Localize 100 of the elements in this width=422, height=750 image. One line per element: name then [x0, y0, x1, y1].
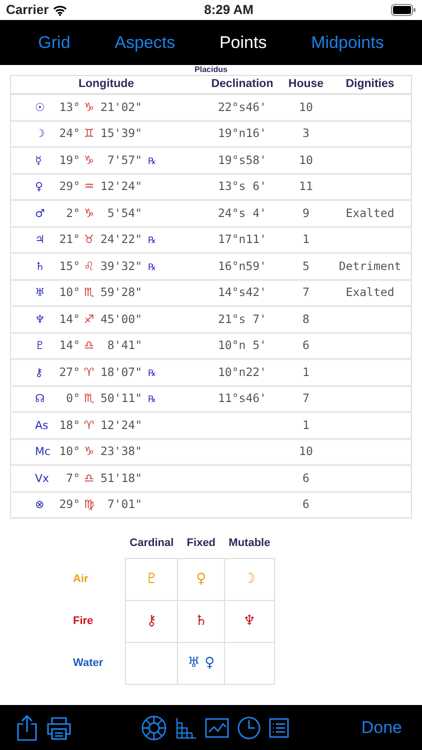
longitude-degree: 2°	[65, 204, 80, 222]
longitude-minutes: 21'02"	[99, 98, 142, 116]
zodiac-sign-glyph: ♉	[82, 231, 96, 248]
house-number: 10	[299, 100, 313, 114]
longitude-degree: 10°	[58, 443, 80, 460]
longitude-degree: 19°	[58, 152, 80, 169]
planet-glyph: ♄	[35, 258, 46, 275]
wheel-chart-icon[interactable]	[140, 714, 167, 740]
house-number: 7	[302, 285, 310, 300]
house-number: 10	[299, 444, 313, 458]
zodiac-sign-glyph: ♑	[82, 443, 96, 460]
clock-time: 8:29 AM	[204, 1, 254, 20]
longitude-degree: 14°	[58, 337, 80, 354]
element-label: Fire	[73, 615, 94, 627]
declination-value: 24°s 4'	[218, 206, 266, 220]
longitude-degree: 29°	[58, 496, 80, 514]
column-header: House	[282, 76, 330, 94]
retrograde-mark: ℞	[148, 156, 156, 167]
retrograde-mark: ℞	[148, 368, 156, 379]
declination-value: 10°n22'	[218, 364, 266, 379]
element-label: Air	[73, 573, 88, 585]
dignity-label: Exalted	[346, 206, 394, 220]
longitude-minutes: 45'00"	[99, 310, 142, 328]
planet-glyphs: ☽	[243, 570, 256, 587]
wifi-icon	[52, 4, 67, 16]
carrier-label: Carrier	[6, 1, 49, 20]
longitude-minutes: 12'24"	[99, 178, 142, 196]
column-header: Dignities	[329, 76, 412, 94]
column-header: Longitude	[10, 76, 202, 94]
dignity-label: Detriment	[338, 258, 402, 273]
house-number: 8	[302, 312, 310, 326]
longitude-minutes: 51'18"	[99, 470, 142, 487]
declination-value: 19°n16'	[218, 126, 266, 140]
house-number: 1	[302, 364, 310, 379]
done-button[interactable]: Done	[357, 712, 406, 742]
longitude-degree: 13°	[58, 98, 80, 116]
printer-icon[interactable]	[46, 716, 72, 740]
retrograde-mark: ℞	[148, 236, 156, 246]
clock-icon[interactable]	[236, 716, 261, 740]
zodiac-sign-glyph: ♏	[82, 284, 96, 302]
house-number: 1	[302, 232, 310, 246]
zodiac-sign-glyph: ♑	[82, 204, 96, 222]
longitude-degree: 18°	[58, 416, 80, 434]
house-number: 10	[299, 152, 313, 167]
house-system-label: Placidus	[194, 65, 228, 75]
longitude-degree: 10°	[58, 284, 80, 302]
list-icon[interactable]	[268, 718, 289, 738]
zodiac-sign-glyph: ♌	[82, 258, 96, 275]
longitude-minutes: 39'32"	[99, 258, 142, 275]
planet-glyphs: ♆	[243, 612, 256, 629]
longitude-degree: 7°	[65, 470, 80, 487]
grid-table-icon[interactable]	[174, 716, 197, 738]
zodiac-sign-glyph: ♑	[82, 98, 96, 116]
house-number: 6	[302, 470, 310, 485]
tab[interactable]: Midpoints	[305, 26, 390, 60]
longitude-minutes: 5'54"	[106, 204, 142, 222]
house-number: 1	[302, 418, 310, 432]
zodiac-sign-glyph: ♏	[82, 390, 96, 408]
zodiac-sign-glyph: ♊	[82, 125, 96, 142]
zodiac-sign-glyph: ♒	[82, 178, 96, 196]
line-chart-icon[interactable]	[204, 718, 229, 738]
declination-value: 13°s 6'	[218, 179, 266, 194]
tab[interactable]: Grid	[32, 26, 76, 60]
longitude-minutes: 24'22"	[99, 231, 142, 248]
modality-header: Fixed	[178, 535, 225, 558]
share-icon[interactable]	[16, 714, 38, 742]
longitude-degree: 24°	[58, 125, 80, 142]
declination-value: 21°s 7'	[218, 312, 266, 326]
house-number: 11	[299, 179, 313, 194]
planet-glyphs: ⚷	[146, 612, 157, 629]
declination-value: 14°s42'	[218, 285, 266, 300]
longitude-minutes: 7'01"	[106, 496, 142, 514]
retrograde-mark: ℞	[148, 262, 156, 273]
longitude-minutes: 18'07"	[99, 364, 142, 381]
longitude-minutes: 59'28"	[99, 284, 142, 302]
longitude-degree: 27°	[58, 364, 80, 381]
longitude-minutes: 7'57"	[106, 152, 142, 169]
zodiac-sign-glyph: ♈	[82, 364, 96, 381]
house-number: 7	[302, 391, 310, 406]
planet-glyph: ☊	[35, 391, 46, 408]
longitude-minutes: 15'39"	[99, 125, 142, 142]
zodiac-sign-glyph: ♍	[82, 496, 96, 514]
planet-glyph: Mc	[35, 444, 52, 460]
planet-glyph: ☉	[35, 100, 46, 116]
column-header: Declination	[202, 76, 283, 94]
planet-glyph: ☿	[35, 152, 43, 169]
longitude-degree: 15°	[58, 258, 80, 275]
zodiac-sign-glyph: ♑	[82, 152, 96, 169]
tab[interactable]: Aspects	[108, 26, 182, 60]
longitude-degree: 29°	[58, 178, 80, 196]
modality-header: Mutable	[224, 535, 274, 558]
declination-value: 19°s58'	[218, 152, 266, 167]
zodiac-sign-glyph: ♎	[82, 470, 96, 487]
tab[interactable]: Points	[213, 26, 273, 60]
zodiac-sign-glyph: ♐	[82, 310, 96, 328]
longitude-minutes: 8'41"	[106, 337, 142, 354]
planet-glyph: ☽	[35, 126, 46, 142]
planet-glyph: ♃	[35, 232, 46, 248]
house-number: 3	[302, 126, 310, 140]
planet-glyphs: ♀	[196, 570, 206, 587]
